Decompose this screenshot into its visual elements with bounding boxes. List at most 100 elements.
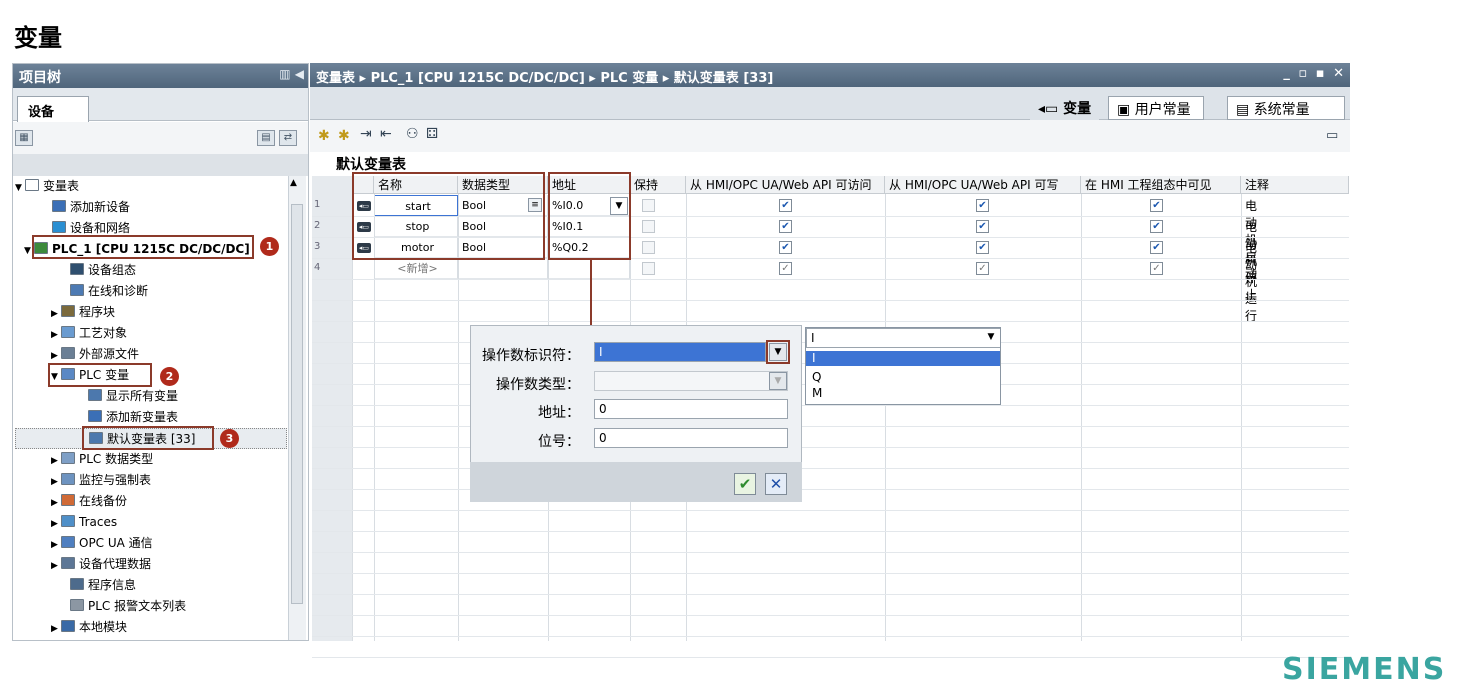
hmi-writable-checkbox[interactable]: ✔ (976, 241, 989, 254)
col-header-hmi-writable[interactable]: 从 HMI/OPC UA/Web API 可写 (885, 176, 1081, 194)
expand-right-icon[interactable]: ▶ (51, 493, 61, 514)
operand-id-field[interactable]: I (594, 342, 766, 362)
hmi-accessible-checkbox[interactable]: ✔ (779, 241, 792, 254)
hmi-visible-checkbox[interactable]: ✓ (1150, 262, 1163, 275)
tree-label: 设备组态 (88, 263, 137, 277)
insert-row-icon[interactable]: ✱ (338, 128, 350, 144)
tree-tech-objects[interactable]: ▶ 工艺对象 (15, 323, 287, 344)
program-blocks-icon (61, 305, 75, 317)
tree-alarm-text[interactable]: PLC 报警文本列表 (15, 596, 287, 617)
tree-label: 添加新设备 (70, 200, 131, 214)
tab-system-constants[interactable]: ▤ 系统常量 (1227, 96, 1345, 120)
retain-checkbox[interactable] (642, 199, 655, 212)
hmi-writable-checkbox[interactable]: ✔ (976, 199, 989, 212)
expand-right-icon[interactable]: ▶ (51, 535, 61, 556)
tree-plc-datatypes[interactable]: ▶ PLC 数据类型 (15, 449, 287, 470)
cancel-button[interactable]: ✕ (765, 473, 787, 495)
monitor-icon[interactable]: ⚇ (406, 126, 419, 142)
tree-label: 在线备份 (79, 494, 128, 508)
overview-icon[interactable]: ▤ (257, 130, 275, 146)
grid-row-line (312, 447, 1349, 448)
add-row-icon[interactable]: ✱ (318, 128, 330, 144)
expand-right-icon[interactable]: ▶ (51, 619, 61, 640)
tree-online-backup[interactable]: ▶ 在线备份 (15, 491, 287, 512)
retain-checkbox[interactable] (642, 241, 655, 254)
expand-right-icon[interactable]: ▶ (51, 451, 61, 472)
tab-devices[interactable]: 设备 (17, 96, 89, 122)
address-cell[interactable] (548, 258, 630, 279)
scroll-up-icon[interactable]: ▲ (290, 178, 297, 188)
dropdown-option[interactable]: M (806, 386, 1000, 401)
tree-program-blocks[interactable]: ▶ 程序块 (15, 302, 287, 323)
col-header-retain[interactable]: 保持 (630, 176, 686, 194)
dropdown-selected[interactable]: I (806, 328, 1000, 348)
window-controls[interactable]: _ ▫ ▪ ✕ (1283, 66, 1346, 81)
grid-row-line (312, 552, 1349, 553)
comment-cell[interactable]: 电动机运行 (1245, 239, 1257, 324)
tree-program-info[interactable]: 程序信息 (15, 575, 287, 596)
col-header-comment[interactable]: 注释 (1241, 176, 1349, 194)
tree-traces[interactable]: ▶ Traces (15, 512, 287, 533)
hmi-visible-checkbox[interactable]: ✔ (1150, 220, 1163, 233)
tree-var-table[interactable]: ▼ 变量表 (15, 176, 287, 197)
hmi-accessible-checkbox[interactable]: ✔ (779, 220, 792, 233)
tree-options-icon[interactable]: ▦ (15, 130, 33, 146)
hmi-visible-checkbox[interactable]: ✔ (1150, 199, 1163, 212)
grid-row-line (312, 426, 1349, 427)
collapse-pane-icon[interactable]: ▥ ◀ (279, 67, 304, 81)
hmi-accessible-checkbox[interactable]: ✓ (779, 262, 792, 275)
hmi-visible-checkbox[interactable]: ✔ (1150, 241, 1163, 254)
expand-down-icon[interactable]: ▼ (15, 178, 25, 199)
bit-field[interactable]: 0 (594, 428, 788, 448)
hmi-writable-checkbox[interactable]: ✓ (976, 262, 989, 275)
sync-icon[interactable]: ⇄ (279, 130, 297, 146)
tree-local-modules[interactable]: ▶ 本地模块 (15, 617, 287, 638)
tree-opc-ua[interactable]: ▶ OPC UA 通信 (15, 533, 287, 554)
tree-external-sources[interactable]: ▶ 外部源文件 (15, 344, 287, 365)
operand-id-dropdown-icon[interactable]: ▼ (769, 343, 787, 361)
dropdown-option[interactable]: Q (806, 370, 1000, 385)
import-icon[interactable]: ⇤ (380, 126, 392, 142)
tree-header-strip (13, 154, 308, 176)
column-settings-icon[interactable]: ⚃ (426, 126, 438, 142)
callout-connector (590, 260, 592, 328)
tree-add-device[interactable]: 添加新设备 (15, 197, 287, 218)
tree-label: 变量表 (43, 179, 80, 193)
tag-name-cell[interactable]: <新增> (374, 258, 458, 279)
datatype-cell[interactable] (458, 258, 548, 279)
expand-right-icon[interactable]: ▶ (51, 304, 61, 325)
tree-online-diag[interactable]: 在线和诊断 (15, 281, 287, 302)
export-icon[interactable]: ⇥ (360, 126, 372, 142)
hmi-writable-checkbox[interactable]: ✔ (976, 220, 989, 233)
col-header-hmi-accessible[interactable]: 从 HMI/OPC UA/Web API 可访问 (686, 176, 885, 194)
tree-device-config[interactable]: 设备组态 (15, 260, 287, 281)
tree-scroll-thumb[interactable] (291, 204, 303, 604)
retain-checkbox[interactable] (642, 220, 655, 233)
tree-add-tag-table[interactable]: 添加新变量表 (15, 407, 287, 428)
devices-networks-icon (52, 221, 66, 233)
expand-right-icon[interactable]: ▶ (51, 514, 61, 535)
split-view-icon[interactable]: ▭ (1326, 128, 1338, 143)
hmi-accessible-checkbox[interactable]: ✔ (779, 199, 792, 212)
plc-datatypes-icon (61, 452, 75, 464)
expand-right-icon[interactable]: ▶ (51, 472, 61, 493)
dropdown-arrow-icon[interactable]: ▼ (982, 329, 1000, 347)
breadcrumb[interactable]: 变量表 ▸ PLC_1 [CPU 1215C DC/DC/DC] ▸ PLC 变… (316, 71, 773, 86)
tree-show-all-tags[interactable]: 显示所有变量 (15, 386, 287, 407)
grid-row-line (312, 636, 1349, 637)
tab-tags[interactable]: ◂▭ 变量 (1030, 96, 1100, 120)
tree-device-proxy[interactable]: ▶ 设备代理数据 (15, 554, 287, 575)
operand-type-field[interactable] (594, 371, 788, 391)
retain-checkbox[interactable] (642, 262, 655, 275)
confirm-button[interactable]: ✔ (734, 473, 756, 495)
address-field[interactable]: 0 (594, 399, 788, 419)
tree-watch-force[interactable]: ▶ 监控与强制表 (15, 470, 287, 491)
operand-type-dropdown-icon[interactable]: ▼ (769, 372, 787, 390)
show-all-tags-icon (88, 389, 102, 401)
tab-user-constants[interactable]: ▣ 用户常量 (1108, 96, 1204, 120)
grid-row-line (312, 510, 1349, 511)
expand-right-icon[interactable]: ▶ (51, 325, 61, 346)
expand-right-icon[interactable]: ▶ (51, 556, 61, 577)
col-header-hmi-visible[interactable]: 在 HMI 工程组态中可见 (1081, 176, 1241, 194)
dropdown-option[interactable]: I (806, 351, 1000, 366)
